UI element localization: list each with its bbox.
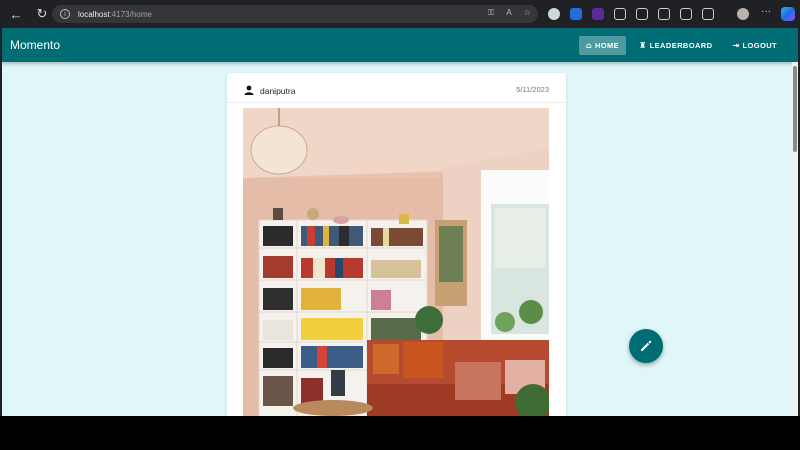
- nav-leaderboard[interactable]: ♜ LEADERBOARD: [632, 36, 719, 55]
- nav-home[interactable]: ⌂ HOME: [578, 36, 627, 55]
- post-username[interactable]: daniputra: [260, 86, 295, 96]
- post-card: daniputra 5/11/2023: [227, 73, 566, 416]
- app-bar: Momento ⌂ HOME ♜ LEADERBOARD ⇥ LOGOUT: [2, 28, 798, 62]
- trophy-icon: ♜: [639, 41, 647, 50]
- reload-icon[interactable]: ↻: [32, 4, 52, 24]
- more-menu-icon[interactable]: ···: [761, 6, 771, 17]
- home-icon: ⌂: [585, 41, 592, 50]
- page-viewport: Momento ⌂ HOME ♜ LEADERBOARD ⇥ LOGOUT da…: [2, 28, 798, 416]
- collections-icon[interactable]: [680, 8, 692, 20]
- post-header: daniputra 5/11/2023: [227, 73, 566, 103]
- site-info-icon[interactable]: i: [60, 9, 70, 19]
- extension-icons: [548, 8, 714, 20]
- extension-2-icon[interactable]: [570, 8, 582, 20]
- user-icon: [244, 85, 254, 95]
- extensions-puzzle-icon[interactable]: [614, 8, 626, 20]
- copilot-icon[interactable]: [781, 7, 795, 21]
- nav-logout[interactable]: ⇥ LOGOUT: [725, 36, 784, 55]
- screen-bottom-bar: [0, 416, 800, 450]
- post-date: 5/11/2023: [516, 85, 549, 94]
- extension-3-icon[interactable]: [592, 8, 604, 20]
- key-icon[interactable]: ⚿: [486, 8, 496, 18]
- address-bar[interactable]: i localhost:4173/home ⚿ A ☆: [52, 5, 538, 23]
- logout-icon: ⇥: [732, 41, 740, 50]
- page-scrollbar-thumb[interactable]: [793, 66, 797, 152]
- app-brand[interactable]: Momento: [10, 38, 60, 52]
- url-host: localhost: [78, 9, 110, 19]
- profile-avatar[interactable]: [737, 8, 749, 20]
- read-aloud-icon[interactable]: A: [504, 8, 514, 18]
- url-path: :4173/home: [109, 9, 152, 19]
- favorites-icon[interactable]: [658, 8, 670, 20]
- create-post-button[interactable]: [629, 329, 663, 363]
- back-icon[interactable]: ←: [6, 4, 26, 24]
- room-photo: [243, 108, 549, 416]
- favorite-star-icon[interactable]: ☆: [522, 8, 532, 18]
- nav-home-label: HOME: [594, 41, 620, 50]
- pencil-icon: [641, 340, 652, 351]
- browser-toolbar: ← ↻ i localhost:4173/home ⚿ A ☆ ···: [0, 0, 800, 28]
- nav-leaderboard-label: LEADERBOARD: [649, 41, 713, 50]
- extension-1-icon[interactable]: [548, 8, 560, 20]
- split-screen-icon[interactable]: [636, 8, 648, 20]
- post-image[interactable]: [243, 108, 549, 416]
- browser-essentials-icon[interactable]: [702, 8, 714, 20]
- address-bar-actions: ⚿ A ☆: [486, 8, 532, 18]
- main-nav: ⌂ HOME ♜ LEADERBOARD ⇥ LOGOUT: [578, 36, 784, 55]
- nav-logout-label: LOGOUT: [742, 41, 777, 50]
